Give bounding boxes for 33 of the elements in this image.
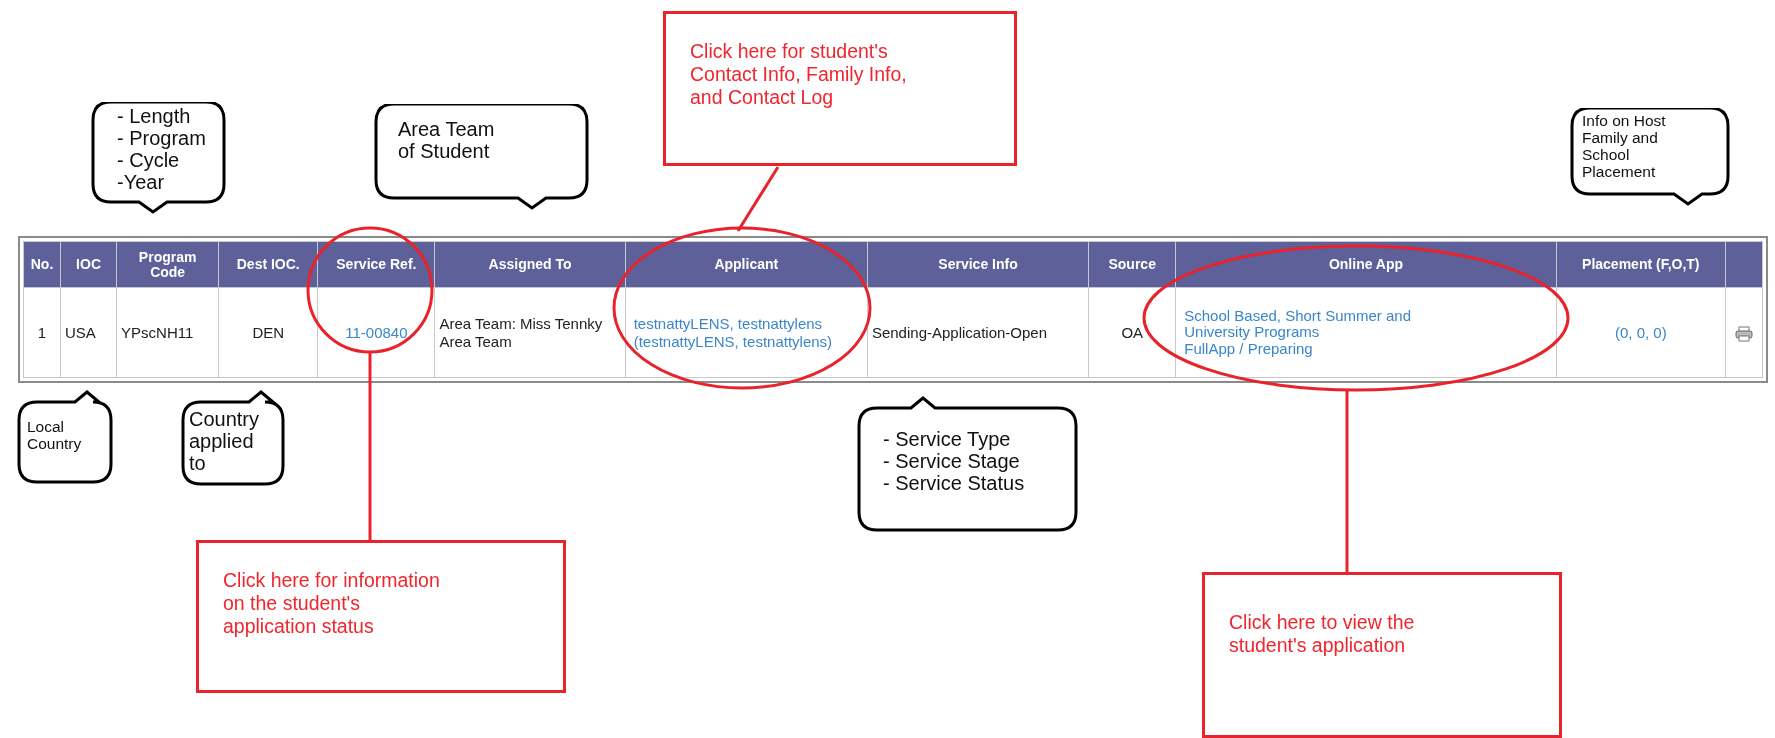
table-link[interactable]: FullApp / Preparing <box>1184 340 1478 358</box>
table-cell-text: YPscNH11 <box>121 323 194 341</box>
column-header: Dest IOC. <box>218 241 318 288</box>
column-header: Service Info <box>867 241 1089 288</box>
callout-text: Country applied to <box>189 408 260 474</box>
column-header: Program Code <box>116 241 219 288</box>
table-cell-text: USA <box>65 323 96 341</box>
column-header: Placement (F,O,T) <box>1556 241 1726 288</box>
table-cell-text: Sending-Application-Open <box>871 323 1048 341</box>
column-header: No. <box>23 241 61 288</box>
column-header: Service Ref. <box>317 241 435 288</box>
column-header: Applicant <box>625 241 868 288</box>
callout-text: - Service Type - Service Stage - Service Status <box>883 428 1025 494</box>
annotation-note: Click here to view the student's application <box>1202 572 1562 738</box>
table-cell-text: 1 <box>37 323 47 341</box>
column-header: Source <box>1088 241 1176 288</box>
leader-line <box>736 166 780 232</box>
table-link[interactable]: School Based, Short Summer and University Programs <box>1184 307 1478 341</box>
callout-text: Area Team of Student <box>398 118 495 162</box>
table-cell-text: DEN <box>252 323 285 341</box>
table-cell-text: OA <box>1121 323 1144 341</box>
callout-text: - Length - Program - Cycle -Year <box>117 105 206 193</box>
column-header: Assigned To <box>434 241 626 288</box>
callout-text: Local Country <box>27 418 82 453</box>
column-header: Online App <box>1175 241 1557 288</box>
annotation-note: Click here for information on the student's application status <box>196 540 566 693</box>
annotation-note: Click here for student's Contact Info, Family Info, and Contact Log <box>663 11 1017 166</box>
column-header: IOC <box>60 241 117 288</box>
table-cell-text: Area Team: Miss Tennky Area Team <box>439 314 603 350</box>
table-link[interactable]: 11-00840 <box>322 323 431 342</box>
printer-icon[interactable] <box>1734 325 1753 342</box>
callout-text: Info on Host Family and School Placement <box>1582 112 1666 181</box>
table-link[interactable]: (0, 0, 0) <box>1560 323 1721 342</box>
